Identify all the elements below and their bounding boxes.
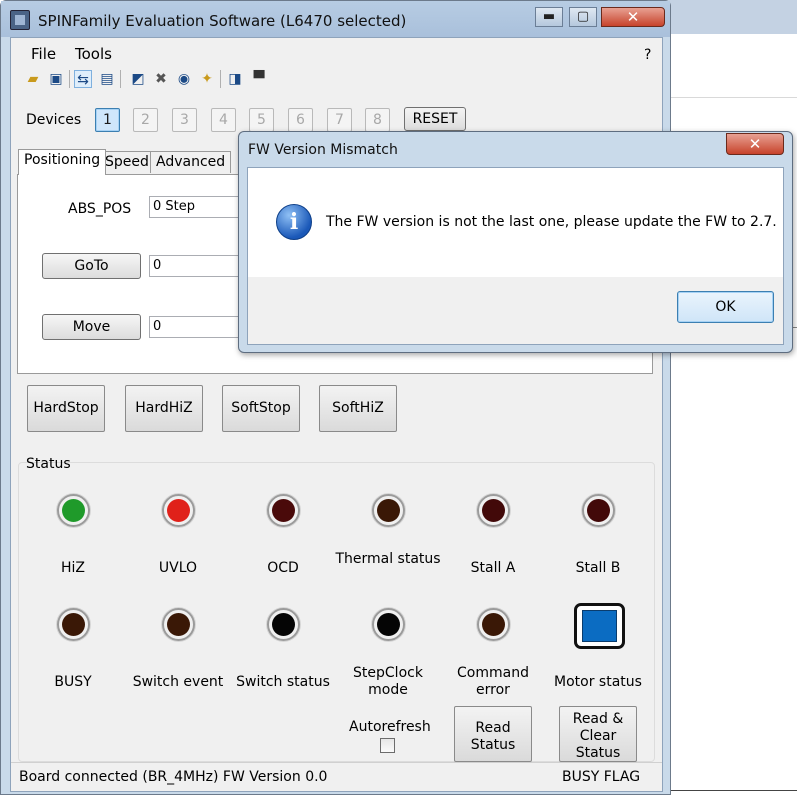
led-stepclock [372, 608, 405, 641]
led-switch-event [162, 608, 195, 641]
led-label-switch-event: Switch event [132, 674, 224, 690]
device-button-1[interactable]: 1 [95, 108, 120, 132]
window-title: SPINFamily Evaluation Software (L6470 se… [38, 12, 407, 30]
tab-positioning[interactable]: Positioning [18, 149, 107, 175]
device-button-4[interactable]: 4 [211, 108, 236, 132]
wand-icon[interactable]: ✦ [198, 70, 216, 88]
dialog-message: The FW version is not the last one, plea… [326, 214, 777, 230]
led-hiz [57, 494, 90, 527]
toolbar-separator [69, 70, 70, 88]
hardhiz-button[interactable]: HardHiZ [125, 385, 203, 432]
autorefresh-checkbox[interactable] [380, 738, 395, 753]
led-ocd [267, 494, 300, 527]
dialog-body: i The FW version is not the last one, pl… [247, 167, 784, 345]
read-clear-status-button[interactable]: Read & Clear Status [559, 706, 637, 762]
close-button[interactable]: ✕ [601, 7, 665, 27]
maximize-icon: ▢ [576, 9, 590, 24]
led-label-hiz: HiZ [60, 560, 85, 576]
fw-mismatch-dialog: FW Version Mismatch ✕ i The FW version i… [238, 131, 793, 353]
led-command-error [477, 608, 510, 641]
menu-bar: File Tools ? [11, 40, 662, 66]
save-icon[interactable]: ▣ [47, 70, 65, 88]
led-label-stepclock: StepClock mode [353, 665, 423, 698]
help-menu[interactable]: ? [644, 47, 651, 63]
status-group-label: Status [26, 456, 71, 472]
scope-icon[interactable]: ◩ [129, 70, 147, 88]
led-label-stall-a: Stall A [470, 560, 516, 576]
led-label-switch-status: Switch status [236, 674, 330, 690]
led-label-busy: BUSY [54, 674, 92, 690]
device-button-6[interactable]: 6 [288, 108, 313, 132]
led-stall-a [477, 494, 510, 527]
tab-advanced[interactable]: Advanced [150, 151, 232, 173]
status-bar: Board connected (BR_4MHz) FW Version 0.0… [11, 762, 662, 791]
main-titlebar[interactable]: SPINFamily Evaluation Software (L6470 se… [1, 1, 670, 37]
info-icon: i [276, 204, 312, 240]
device-button-7[interactable]: 7 [327, 108, 352, 132]
move-button[interactable]: Move [42, 314, 141, 340]
device-button-5[interactable]: 5 [249, 108, 274, 132]
ok-button[interactable]: OK [677, 291, 774, 323]
hardstop-button[interactable]: HardStop [27, 385, 105, 432]
led-label-stall-b: Stall B [575, 560, 621, 576]
led-label-uvlo: UVLO [158, 560, 198, 576]
led-label-command-error: Command error [457, 665, 529, 698]
menu-tools[interactable]: Tools [75, 45, 112, 63]
goto-button[interactable]: GoTo [42, 253, 141, 279]
led-uvlo [162, 494, 195, 527]
chip-v-icon[interactable]: ◉ [175, 70, 193, 88]
toolbar: ▰ ▣ ⇆ ▤ ◩ ✖ ◉ ✦ ◨ ▀ [19, 68, 659, 90]
dialog-title: FW Version Mismatch [248, 142, 398, 158]
status-bar-flags: BUSY FLAG [562, 769, 641, 785]
close-icon: ✕ [748, 135, 762, 153]
status-bar-connection: Board connected (BR_4MHz) FW Version 0.0 [19, 769, 328, 785]
toolbar-separator [120, 70, 121, 88]
minimize-button[interactable]: ▬ [535, 7, 563, 27]
led-switch-status [267, 608, 300, 641]
open-folder-icon[interactable]: ▰ [24, 70, 42, 88]
terminal-icon[interactable]: ▀ [250, 70, 268, 88]
device-button-3[interactable]: 3 [172, 108, 197, 132]
devices-label: Devices [26, 112, 82, 128]
autorefresh-label: Autorefresh [349, 719, 431, 735]
menu-file[interactable]: File [31, 45, 56, 63]
dialog-close-button[interactable]: ✕ [726, 133, 784, 155]
device-button-2[interactable]: 2 [133, 108, 158, 132]
book-icon[interactable]: ▤ [98, 70, 116, 88]
tools-icon[interactable]: ✖ [152, 70, 170, 88]
led-label-ocd: OCD [267, 560, 299, 576]
minimize-icon: ▬ [542, 9, 556, 24]
tab-speed[interactable]: Speed [99, 151, 155, 173]
abs-pos-label: ABS_POS [68, 201, 132, 217]
softhiz-button[interactable]: SoftHiZ [319, 385, 397, 432]
led-thermal [372, 494, 405, 527]
led-motor-status [574, 603, 625, 649]
reset-button[interactable]: RESET [404, 107, 466, 131]
led-busy [57, 608, 90, 641]
read-status-button[interactable]: Read Status [454, 706, 532, 762]
close-icon: ✕ [626, 8, 640, 26]
led-label-motor-status: Motor status [554, 674, 642, 690]
abs-pos-field[interactable]: 0 Step [149, 196, 249, 218]
help-icon[interactable]: ◨ [226, 70, 244, 88]
main-window: SPINFamily Evaluation Software (L6470 se… [0, 0, 671, 795]
goto-field[interactable]: 0 [149, 255, 249, 277]
app-icon [10, 10, 30, 30]
softstop-button[interactable]: SoftStop [222, 385, 300, 432]
device-button-8[interactable]: 8 [365, 108, 390, 132]
dialog-message-area: i The FW version is not the last one, pl… [248, 168, 783, 277]
led-stall-b [582, 494, 615, 527]
toolbar-separator [220, 70, 221, 88]
move-field[interactable]: 0 [149, 316, 249, 338]
led-label-thermal: Thermal status [335, 551, 441, 567]
maximize-button[interactable]: ▢ [569, 7, 597, 27]
usb-connect-icon[interactable]: ⇆ [74, 70, 92, 88]
